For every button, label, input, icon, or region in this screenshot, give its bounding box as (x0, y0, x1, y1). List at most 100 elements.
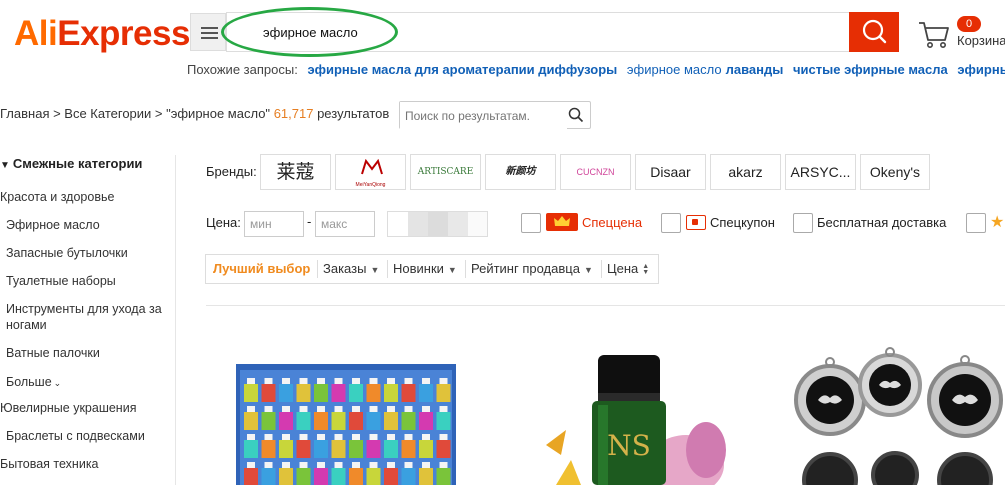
bottle-cap (387, 406, 395, 412)
free-shipping-checkbox[interactable] (793, 213, 813, 233)
bottle (419, 468, 433, 485)
bottle-cap (247, 434, 255, 440)
bottle-cap (247, 462, 255, 468)
bottle (261, 412, 276, 430)
sort-separator (601, 260, 602, 278)
related-categories-heading[interactable]: ▼ Смежные категории (0, 156, 142, 171)
product-image-oil-set[interactable] (236, 364, 456, 485)
bottle (419, 384, 433, 402)
aliexpress-logo[interactable]: AliExpressTM (14, 14, 203, 54)
bottle (419, 440, 433, 458)
sidebar-subcategory[interactable]: Инструменты для ухода за (6, 302, 162, 316)
special-price-label[interactable]: Спеццена (582, 215, 642, 230)
sidebar-category[interactable]: Ювелирные украшения (0, 401, 136, 415)
bottle (384, 384, 398, 402)
sort-separator (465, 260, 466, 278)
related-link[interactable]: эфирные масла для ароматерапии диффузоры (307, 62, 617, 77)
search-button[interactable] (849, 12, 899, 52)
oil-bottles-image (236, 364, 456, 485)
free-shipping-label[interactable]: Бесплатная доставка (817, 215, 946, 230)
brand-logo[interactable]: ARTISCARE (410, 154, 481, 190)
price-min-input[interactable]: мин (244, 211, 304, 237)
search-input[interactable] (227, 13, 850, 51)
related-link[interactable]: чистые эфирные масла (793, 62, 948, 77)
rating-checkbox[interactable] (966, 213, 986, 233)
sort-best-match[interactable]: Лучший выбор (213, 255, 310, 283)
brand-logo[interactable]: Disaar (635, 154, 706, 190)
bottle-cap (282, 462, 290, 468)
bottle (261, 440, 276, 458)
related-link[interactable]: лаванды (726, 62, 784, 77)
sort-separator (387, 260, 388, 278)
bottle-cap (422, 434, 430, 440)
brand-logo[interactable]: ARSYC... (785, 154, 856, 190)
sort-seller-rating[interactable]: Рейтинг продавца ▼ (471, 255, 593, 283)
brand-logo[interactable]: MeiYanQiong (335, 154, 406, 190)
bottle (296, 440, 311, 458)
sidebar-category[interactable]: Бытовая техника (0, 457, 99, 471)
bottle (436, 384, 451, 402)
search-within-input[interactable] (400, 102, 567, 130)
product-image-single-oil[interactable]: NS (536, 355, 726, 485)
special-coupon-checkbox[interactable] (661, 213, 681, 233)
caret-down-icon: ▼ (0, 160, 10, 171)
bottle (384, 468, 398, 485)
bottle-cap (334, 462, 343, 468)
price-max-input[interactable]: макс (315, 211, 375, 237)
brand-logo[interactable]: CUCNZN (560, 154, 631, 190)
bottle (244, 412, 258, 430)
sidebar-subcategory[interactable]: Браслеты с подвесками (6, 429, 145, 443)
bottle-cap (247, 406, 255, 412)
sort-label: Заказы (323, 261, 367, 276)
brand-logo[interactable]: 莱蔻 (260, 154, 331, 190)
bottle-cap (247, 378, 255, 384)
bottle (349, 440, 363, 458)
cart-count-badge: 0 (957, 16, 981, 32)
bottle-cap (317, 462, 325, 468)
coupon-icon (686, 215, 706, 230)
pendant-image: Vicky-Home Jewelry (794, 347, 1003, 485)
bottle-cap (422, 378, 430, 384)
sort-orders[interactable]: Заказы ▼ (323, 255, 379, 283)
sidebar-subcategory[interactable]: Эфирное масло (6, 218, 100, 232)
bottle-cap (369, 434, 378, 440)
sidebar-subcategory-cont[interactable]: ногами (6, 318, 47, 332)
sidebar-subcategory[interactable]: Туалетные наборы (6, 274, 116, 288)
bottle (384, 440, 398, 458)
menu-button[interactable] (190, 13, 226, 51)
bottle (331, 412, 346, 430)
bottle-cap (264, 462, 273, 468)
hamburger-icon-line (201, 37, 218, 39)
special-coupon-label[interactable]: Спецкупон (710, 215, 775, 230)
search-icon[interactable] (568, 107, 584, 123)
bottle-cap (352, 462, 360, 468)
cart-button[interactable] (917, 18, 951, 52)
bottle (296, 468, 311, 485)
related-link[interactable]: эфирные (957, 62, 1005, 77)
price-histogram[interactable] (387, 211, 488, 237)
product-image-pendants[interactable]: Vicky-Home Jewelry (780, 340, 1005, 485)
sort-price[interactable]: Цена ▲ ▼ (607, 255, 649, 283)
logo-express: Express (57, 14, 190, 53)
cart-label[interactable]: Корзина (957, 33, 1005, 48)
sort-newest[interactable]: Новинки ▼ (393, 255, 457, 283)
logo-ali: Ali (14, 14, 58, 53)
special-price-checkbox[interactable] (521, 213, 541, 233)
bottle (279, 440, 293, 458)
result-suffix: результатов (317, 106, 390, 121)
sort-bar: Лучший выбор Заказы ▼ Новинки ▼ Рейтинг пр… (205, 254, 659, 284)
sidebar-more-link[interactable]: Больше ⌄ (6, 375, 61, 389)
related-label: Похожие запросы: (187, 62, 298, 77)
breadcrumb-path[interactable]: Главная > Все Категории > "эфирное масло… (0, 106, 270, 121)
brand-logo[interactable]: Okeny's (860, 154, 930, 190)
sidebar-subcategory[interactable]: Ватные палочки (6, 346, 100, 360)
brand-logo[interactable]: 新颜坊 (485, 154, 556, 190)
sort-label: Рейтинг продавца (471, 261, 580, 276)
bottle (331, 468, 346, 485)
bottle (366, 468, 381, 485)
brand-logo[interactable]: akarz (710, 154, 781, 190)
related-link[interactable]: эфирное масло (627, 62, 722, 77)
sidebar-category[interactable]: Красота и здоровье (0, 190, 114, 204)
sidebar-subcategory[interactable]: Запасные бутылочки (6, 246, 128, 260)
sort-updown-icon: ▲ ▼ (642, 262, 650, 276)
